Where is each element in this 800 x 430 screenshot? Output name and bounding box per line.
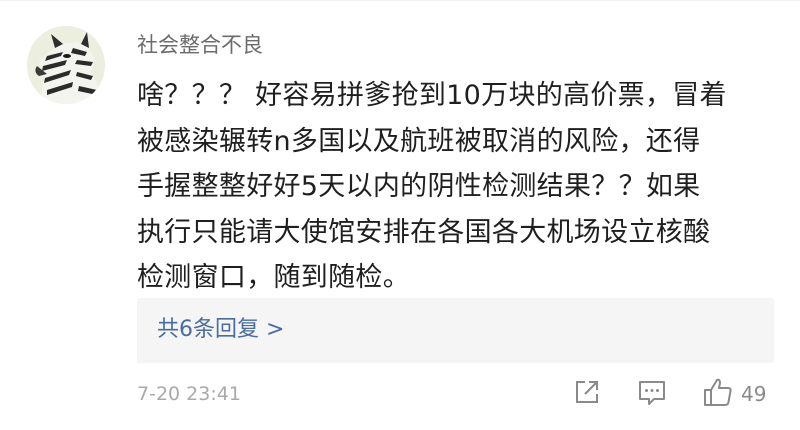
comment-icon [639,381,665,405]
share-button[interactable] [573,378,601,406]
view-replies-link[interactable]: 共6条回复 > [157,315,284,345]
comment-line: 手握整整好好5天以内的阴性检测结果？？如果 [137,171,701,202]
reply-button[interactable] [637,378,667,408]
like-count: 49 [741,382,767,406]
share-icon [576,381,598,403]
zebra-avatar-icon [27,26,105,104]
username[interactable]: 社会整合不良 [137,30,263,60]
avatar[interactable] [27,26,105,104]
like-button[interactable] [702,376,734,408]
comment-line: 执行只能请大使馆安排在各国各大机场设立核酸 [137,216,711,248]
divider [0,0,800,1]
replies-box[interactable]: 共6条回复 > [137,298,774,363]
comment-card: 社会整合不良 啥？？？ 好容易拼爹抢到10万块的高价票，冒着 被感染辗转n多国以… [0,0,800,430]
comment-line: 啥？？？ 好容易拼爹抢到10万块的高价票，冒着 [137,80,727,111]
comment-timestamp: 7-20 23:41 [137,383,241,405]
comment-text: 啥？？？ 好容易拼爹抢到10万块的高价票，冒着 被感染辗转n多国以及航班被取消的… [137,73,777,301]
comment-line: 检测窗口，随到随检。 [137,262,410,293]
thumbs-up-icon [704,378,732,406]
comment-line: 被感染辗转n多国以及航班被取消的风险，还得 [137,125,701,157]
